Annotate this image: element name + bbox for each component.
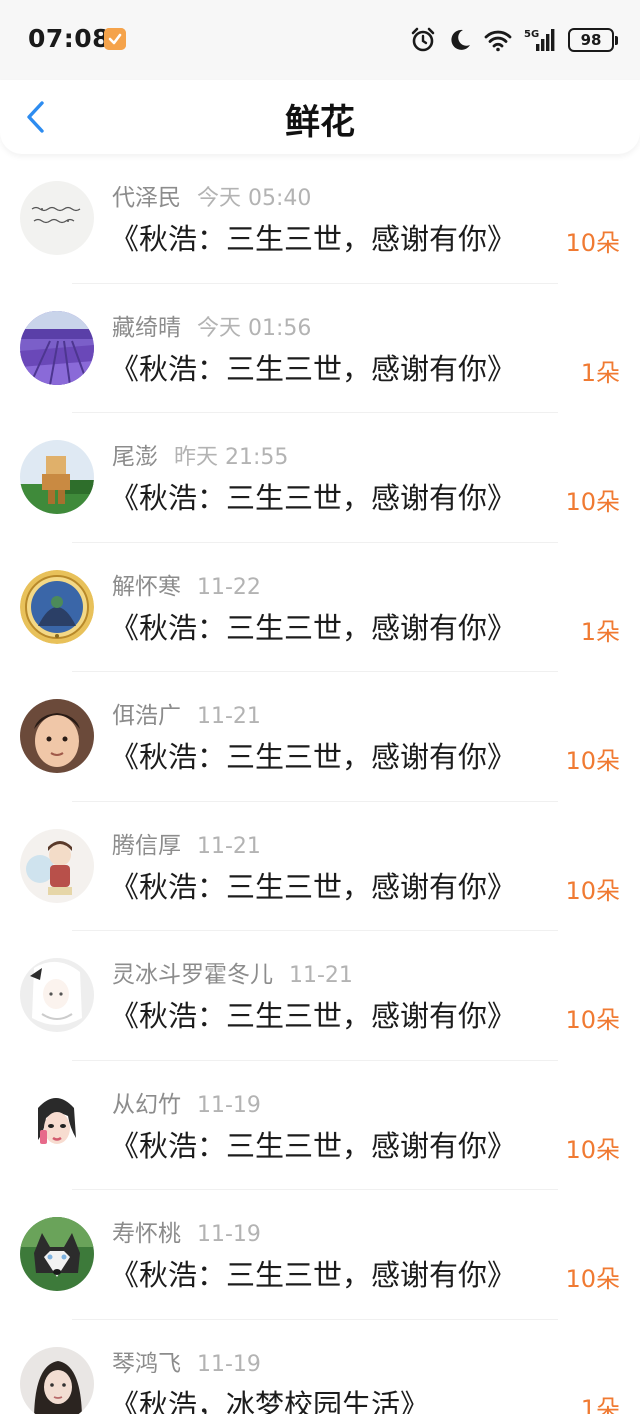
sender-time: 11-19 [197, 1351, 261, 1377]
flower-list: 代泽民 今天 05:40 《秋浩：三生三世，感谢有你》 10朵 藏绮晴 今天 01:… [0, 154, 640, 1414]
sender-name[interactable]: 从幻竹 [112, 1092, 181, 1118]
book-title[interactable]: 《秋浩：三生三世，感谢有你》 [110, 346, 516, 388]
sender-line: 尾澎 昨天 21:55 [112, 437, 288, 471]
sender-time: 11-21 [197, 704, 261, 729]
sender-line: 灵冰斗罗霍冬儿 11-21 [112, 955, 353, 989]
page-title: 鲜花 [284, 103, 355, 143]
flower-count: 10朵 [565, 747, 620, 775]
screen: 07:08 5G 98 鲜花 代泽民 今天 05:40 《秋浩：三生三世，感谢有… [0, 0, 640, 1414]
avatar[interactable] [20, 440, 94, 514]
avatar[interactable] [20, 699, 94, 773]
sender-name[interactable]: 藏绮晴 [112, 315, 181, 341]
book-title[interactable]: 《秋浩：三生三世，感谢有你》 [110, 1123, 516, 1165]
sender-time: 11-21 [289, 963, 353, 988]
book-title[interactable]: 《秋浩：三生三世，感谢有你》 [110, 475, 516, 517]
list-item[interactable]: 琴鸿飞 11-19 《秋浩，冰梦校园生活》 1朵 [0, 1320, 640, 1414]
list-item[interactable]: 解怀寒 11-22 《秋浩：三生三世，感谢有你》 1朵 [0, 543, 640, 672]
sender-line: 佴浩广 11-21 [112, 696, 261, 730]
list-item[interactable]: 代泽民 今天 05:40 《秋浩：三生三世，感谢有你》 10朵 [0, 154, 640, 284]
list-item[interactable]: 腾信厚 11-21 《秋浩：三生三世，感谢有你》 10朵 [0, 802, 640, 931]
list-item[interactable]: 佴浩广 11-21 《秋浩：三生三世，感谢有你》 10朵 [0, 672, 640, 802]
sender-time: 11-19 [197, 1222, 261, 1247]
sender-line: 代泽民 今天 05:40 [112, 178, 311, 212]
header: 鲜花 [0, 80, 640, 154]
flower-count: 10朵 [565, 488, 620, 516]
list-item[interactable]: 寿怀桃 11-19 《秋浩：三生三世，感谢有你》 10朵 [0, 1190, 640, 1320]
list-item[interactable]: 灵冰斗罗霍冬儿 11-21 《秋浩：三生三世，感谢有你》 10朵 [0, 931, 640, 1061]
status-bar: 07:08 5G 98 [0, 0, 640, 80]
flower-count: 10朵 [565, 1135, 620, 1164]
avatar[interactable] [20, 569, 94, 644]
sender-time: 11-21 [197, 833, 261, 859]
book-title[interactable]: 《秋浩：三生三世，感谢有你》 [110, 216, 516, 258]
sender-time: 昨天 21:55 [174, 445, 289, 470]
svg-text:5G: 5G [524, 29, 539, 40]
book-title[interactable]: 《秋浩：三生三世，感谢有你》 [110, 864, 516, 906]
sender-name[interactable]: 代泽民 [112, 185, 181, 211]
status-time: 07:08 [28, 24, 111, 53]
flower-count: 10朵 [565, 1265, 620, 1293]
list-item[interactable]: 藏绮晴 今天 01:56 《秋浩：三生三世，感谢有你》 1朵 [0, 284, 640, 413]
flower-count: 10朵 [565, 1006, 620, 1034]
flower-count: 1朵 [580, 1394, 620, 1414]
sender-line: 藏绮晴 今天 01:56 [112, 308, 311, 342]
sender-line: 腾信厚 11-21 [112, 826, 261, 860]
list-item[interactable]: 从幻竹 11-19 《秋浩：三生三世，感谢有你》 10朵 [0, 1061, 640, 1190]
sender-line: 琴鸿飞 11-19 [112, 1344, 261, 1378]
sender-time: 11-22 [197, 574, 261, 600]
avatar[interactable] [20, 828, 94, 903]
flower-count: 1朵 [580, 617, 620, 646]
book-title[interactable]: 《秋浩：三生三世，感谢有你》 [110, 1252, 516, 1294]
avatar[interactable] [20, 1087, 94, 1162]
battery-level: 98 [580, 31, 602, 49]
sender-name[interactable]: 腾信厚 [112, 833, 181, 859]
avatar[interactable] [20, 958, 94, 1032]
flower-count: 10朵 [565, 876, 620, 905]
flower-count: 10朵 [565, 229, 620, 257]
sender-name[interactable]: 琴鸿飞 [112, 1351, 181, 1377]
list-item[interactable]: 尾澎 昨天 21:55 《秋浩：三生三世，感谢有你》 10朵 [0, 413, 640, 543]
book-title[interactable]: 《秋浩：三生三世，感谢有你》 [110, 734, 516, 776]
sender-name[interactable]: 尾澎 [112, 444, 158, 470]
status-icons: 5G 98 [410, 26, 618, 54]
book-title[interactable]: 《秋浩：三生三世，感谢有你》 [110, 993, 516, 1035]
wifi-icon [484, 30, 512, 52]
avatar[interactable] [20, 1217, 94, 1291]
5g-signal-icon: 5G [524, 29, 555, 51]
avatar[interactable] [20, 310, 94, 385]
book-title[interactable]: 《秋浩：三生三世，感谢有你》 [110, 605, 516, 647]
book-title[interactable]: 《秋浩，冰梦校园生活》 [110, 1382, 429, 1414]
avatar[interactable] [20, 181, 94, 255]
sender-name[interactable]: 寿怀桃 [112, 1221, 181, 1247]
sender-time: 今天 01:56 [197, 315, 312, 341]
battery-icon: 98 [568, 28, 618, 52]
sender-line: 寿怀桃 11-19 [112, 1214, 261, 1248]
sender-line: 从幻竹 11-19 [112, 1085, 261, 1119]
sender-name[interactable]: 灵冰斗罗霍冬儿 [112, 962, 273, 988]
sender-time: 11-19 [197, 1092, 261, 1118]
flower-count: 1朵 [580, 358, 620, 387]
sender-time: 今天 05:40 [197, 186, 312, 211]
notification-app-icon [104, 28, 126, 50]
moon-icon [451, 29, 470, 50]
alarm-icon [411, 27, 435, 52]
sender-line: 解怀寒 11-22 [112, 567, 261, 601]
avatar[interactable] [20, 1346, 94, 1414]
sender-name[interactable]: 解怀寒 [112, 574, 181, 600]
sender-name[interactable]: 佴浩广 [112, 703, 181, 729]
